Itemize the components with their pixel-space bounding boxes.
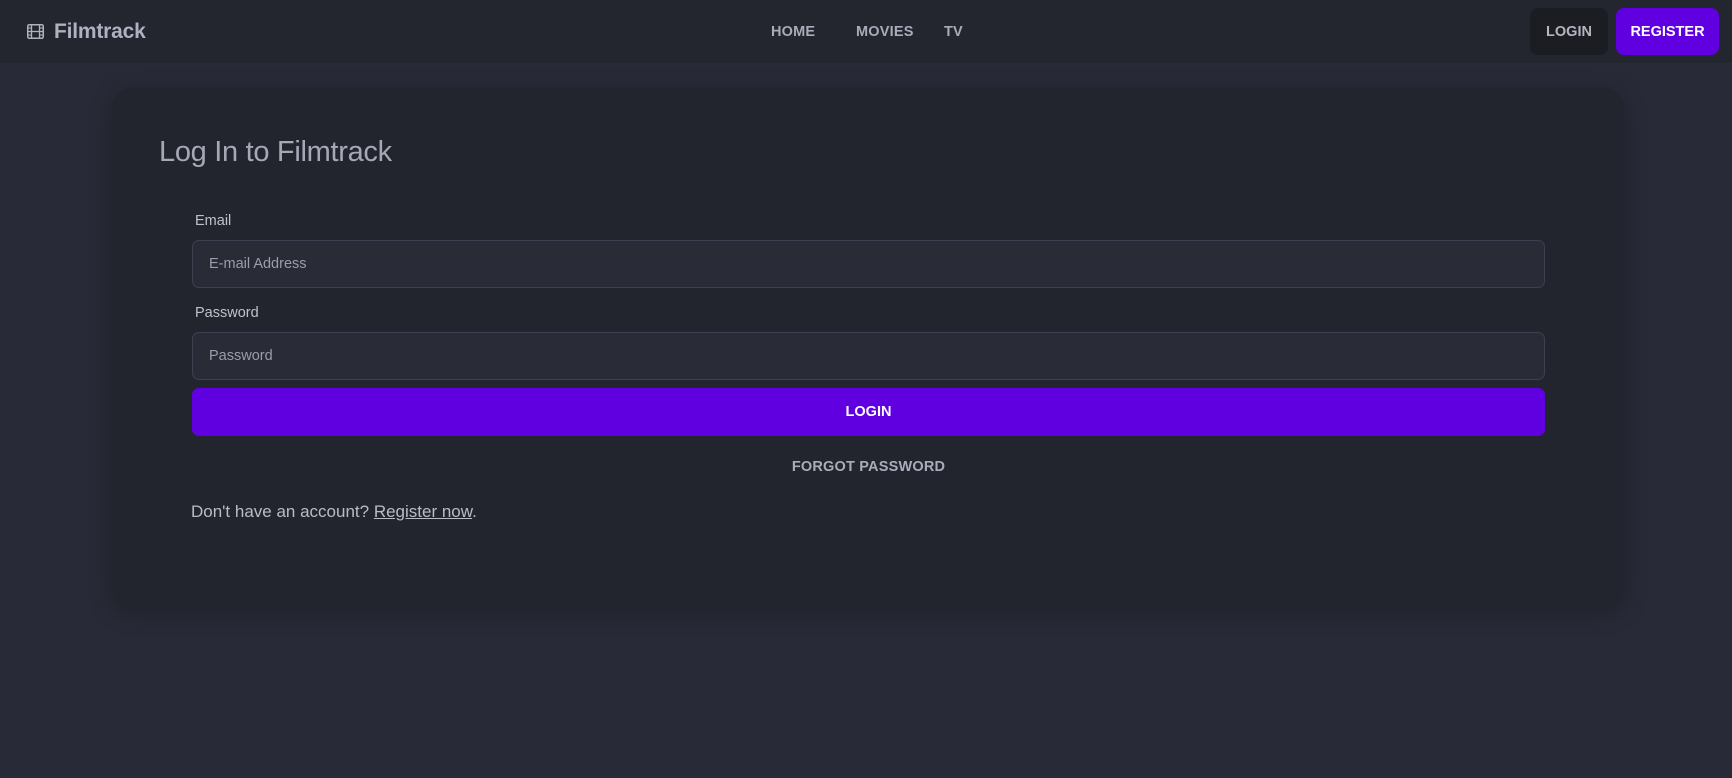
login-card: Log In to Filmtrack Email Password LOGIN… [112, 88, 1624, 606]
nav-link-tv[interactable]: TV [944, 0, 963, 63]
signup-suffix: . [472, 502, 477, 521]
login-button[interactable]: LOGIN [1530, 8, 1608, 55]
signup-prompt: Don't have an account? Register now. [191, 502, 477, 522]
page-title: Log In to Filmtrack [159, 136, 392, 168]
password-label: Password [195, 305, 259, 321]
signup-prefix: Don't have an account? [191, 502, 374, 521]
register-button[interactable]: REGISTER [1616, 8, 1719, 55]
nav-link-movies[interactable]: MOVIES [856, 0, 914, 63]
top-navbar: Filmtrack HOME MOVIES TV LOGIN REGISTER [0, 0, 1732, 63]
brand-name: Filmtrack [54, 19, 146, 43]
main-nav: HOME MOVIES TV [0, 0, 1732, 63]
film-icon [27, 24, 44, 39]
register-now-link[interactable]: Register now [374, 502, 472, 521]
brand-logo[interactable]: Filmtrack [27, 0, 146, 63]
email-field[interactable] [192, 240, 1545, 288]
submit-login-button[interactable]: LOGIN [192, 388, 1545, 436]
forgot-password-link[interactable]: FORGOT PASSWORD [192, 459, 1545, 475]
password-field[interactable] [192, 332, 1545, 380]
nav-link-home[interactable]: HOME [771, 0, 815, 63]
email-label: Email [195, 213, 232, 229]
